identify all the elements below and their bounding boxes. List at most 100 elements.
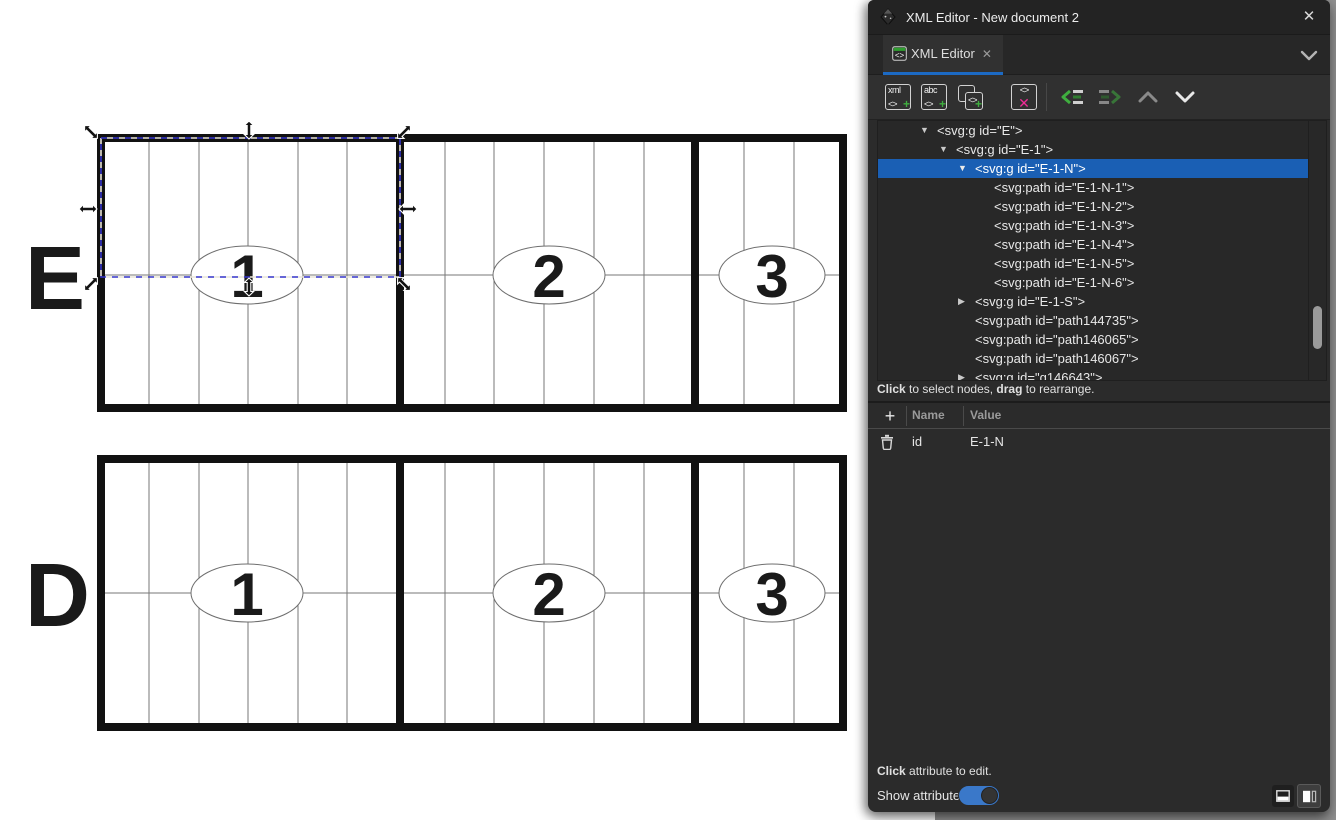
show-attributes-label: Show attributes — [877, 788, 967, 803]
inkscape-logo-icon — [879, 8, 897, 26]
collapse-icon[interactable]: ▼ — [939, 140, 956, 159]
expand-icon[interactable]: ▶ — [958, 292, 975, 311]
attribute-name[interactable]: id — [912, 434, 922, 449]
xml-tab-icon: <> — [892, 46, 907, 61]
tree-node[interactable]: ▼<svg:g id="E-1"> — [878, 140, 1308, 159]
tree-node-label: <svg:path id="E-1-N-4"> — [994, 235, 1134, 254]
tree-node-label: <svg:g id="E"> — [937, 121, 1022, 140]
attributes-table: id E-1-N — [868, 430, 1330, 454]
tree-node-label: <svg:g id="E-1-S"> — [975, 292, 1085, 311]
tree-hint: Click to select nodes, drag to rearrange… — [877, 381, 1327, 399]
tree-node[interactable]: ▼<svg:g id="E"> — [878, 121, 1308, 140]
expander-spacer — [977, 178, 994, 197]
tree-node-label: <svg:path id="path144735"> — [975, 311, 1139, 330]
chevron-down-icon — [1175, 91, 1195, 103]
expander-spacer — [977, 273, 994, 292]
tree-node-label: <svg:path id="E-1-N-3"> — [994, 216, 1134, 235]
row-E-group[interactable]: E 1 2 3 — [25, 135, 843, 411]
toolbar-separator — [1046, 83, 1047, 111]
new-text-node-button[interactable]: abc <> + — [920, 83, 948, 111]
xml-tree-container: ▼<svg:g id="E">▼<svg:g id="E-1">▼<svg:g … — [877, 120, 1327, 381]
expander-spacer — [958, 330, 975, 349]
chevron-up-icon — [1138, 91, 1158, 103]
tree-node[interactable]: ▶<svg:g id="E-1-S"> — [878, 292, 1308, 311]
expander-spacer — [977, 254, 994, 273]
expander-spacer — [958, 311, 975, 330]
attribute-hint: Click attribute to edit. — [877, 764, 992, 778]
selection-handle-w[interactable] — [79, 204, 97, 213]
tree-node[interactable]: <svg:path id="path146067"> — [878, 349, 1308, 368]
column-header-value: Value — [970, 408, 1001, 422]
section-number[interactable]: 2 — [532, 561, 565, 628]
tree-node[interactable]: <svg:path id="E-1-N-4"> — [878, 235, 1308, 254]
tree-node-label: <svg:path id="E-1-N-6"> — [994, 273, 1134, 292]
row-D-group[interactable]: D 1 2 3 — [25, 456, 843, 730]
xml-toolbar: xml <> + abc <> + <> + <> — [868, 75, 1330, 120]
row-label-E[interactable]: E — [25, 229, 85, 329]
tree-node[interactable]: <svg:path id="E-1-N-3"> — [878, 216, 1308, 235]
tree-node[interactable]: <svg:path id="path144735"> — [878, 311, 1308, 330]
column-header-name: Name — [912, 408, 945, 422]
section-number[interactable]: 2 — [532, 243, 565, 310]
attribute-row[interactable]: id E-1-N — [868, 430, 1330, 454]
tree-node[interactable]: <svg:path id="E-1-N-5"> — [878, 254, 1308, 273]
section-number[interactable]: 3 — [755, 243, 788, 310]
dialog-titlebar[interactable]: XML Editor - New document 2 ✕ — [868, 0, 1330, 35]
layout-horizontal-icon — [1276, 790, 1290, 802]
tree-node-label: <svg:g id="E-1"> — [956, 140, 1053, 159]
close-icon[interactable]: ✕ — [1300, 8, 1318, 26]
tab-label: XML Editor — [911, 46, 975, 61]
move-node-up-button[interactable] — [1134, 83, 1162, 111]
attribute-value[interactable]: E-1-N — [970, 434, 1004, 449]
selection-handle-nw[interactable] — [81, 122, 100, 141]
tree-node-label: <svg:path id="E-1-N-5"> — [994, 254, 1134, 273]
tree-node-label: <svg:path id="E-1-N-1"> — [994, 178, 1134, 197]
new-element-node-button[interactable]: xml <> + — [884, 83, 912, 111]
section-number[interactable]: 3 — [755, 561, 788, 628]
expander-spacer — [977, 216, 994, 235]
indent-node-icon — [1098, 87, 1122, 107]
move-node-down-button[interactable] — [1171, 83, 1199, 111]
tree-node-label: <svg:path id="E-1-N-2"> — [994, 197, 1134, 216]
show-attributes-toggle[interactable] — [958, 785, 1000, 806]
selection-handle-e[interactable] — [399, 204, 417, 213]
chevron-down-icon[interactable] — [1298, 47, 1320, 63]
expander-spacer — [977, 197, 994, 216]
expand-icon[interactable]: ▶ — [958, 368, 975, 381]
collapse-icon[interactable]: ▼ — [958, 159, 975, 178]
add-attribute-button[interactable]: + — [878, 405, 902, 427]
xml-editor-dialog: XML Editor - New document 2 ✕ <> XML Edi… — [868, 0, 1330, 812]
tree-node[interactable]: ▼<svg:g id="E-1-N"> — [878, 159, 1308, 178]
svg-text:<>: <> — [895, 51, 905, 60]
layout-vertical-button[interactable] — [1297, 784, 1321, 808]
section-number[interactable]: 1 — [230, 561, 263, 628]
tree-scrollbar-thumb[interactable] — [1313, 306, 1322, 349]
tree-node[interactable]: <svg:path id="E-1-N-1"> — [878, 178, 1308, 197]
tree-node-label: <svg:g id="E-1-N"> — [975, 159, 1086, 178]
tree-node[interactable]: ▶<svg:g id="g146643"> — [878, 368, 1308, 381]
tree-node-label: <svg:path id="path146065"> — [975, 330, 1139, 349]
dialog-tabbar: <> XML Editor ✕ — [868, 35, 1330, 75]
xml-tree: ▼<svg:g id="E">▼<svg:g id="E-1">▼<svg:g … — [878, 121, 1308, 381]
dialog-footer: Show attributes — [868, 782, 1330, 812]
column-separator — [963, 406, 964, 426]
delete-node-button[interactable]: <> ✕ — [1010, 83, 1038, 111]
selection-handle-n[interactable] — [244, 121, 253, 139]
tree-node[interactable]: <svg:path id="E-1-N-2"> — [878, 197, 1308, 216]
duplicate-node-button[interactable]: <> + — [956, 83, 984, 111]
unindent-node-button[interactable] — [1058, 83, 1086, 111]
delete-attribute-icon[interactable] — [880, 434, 894, 450]
tree-node[interactable]: <svg:path id="path146065"> — [878, 330, 1308, 349]
row-label-D[interactable]: D — [25, 546, 90, 646]
collapse-icon[interactable]: ▼ — [920, 121, 937, 140]
tree-scrollbar[interactable] — [1308, 121, 1326, 380]
tab-close-icon[interactable]: ✕ — [982, 47, 992, 61]
tab-xml-editor[interactable]: <> XML Editor ✕ — [883, 35, 1003, 75]
column-separator — [906, 406, 907, 426]
tree-node[interactable]: <svg:path id="E-1-N-6"> — [878, 273, 1308, 292]
drawing-canvas[interactable]: E 1 2 3 D — [0, 0, 868, 820]
indent-node-button[interactable] — [1096, 83, 1124, 111]
layout-horizontal-button[interactable] — [1272, 785, 1294, 807]
dialog-title: XML Editor - New document 2 — [906, 10, 1079, 25]
expander-spacer — [958, 349, 975, 368]
